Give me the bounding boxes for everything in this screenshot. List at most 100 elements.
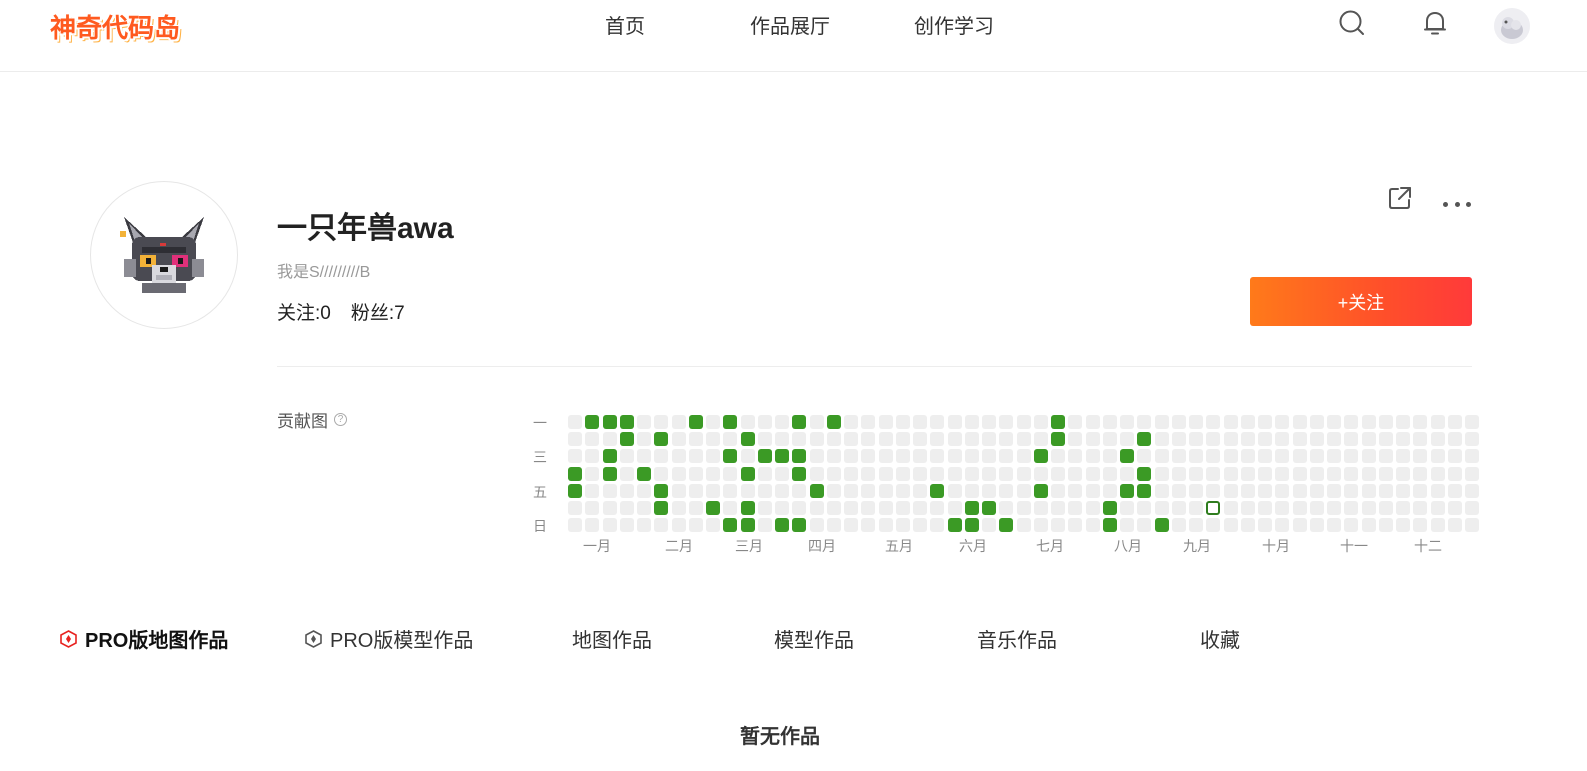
contribution-cell[interactable] (1068, 466, 1083, 481)
contribution-cell[interactable] (809, 415, 824, 429)
contribution-cell[interactable] (1137, 518, 1152, 533)
contribution-cell[interactable] (878, 449, 893, 464)
contribution-cell[interactable] (1378, 501, 1393, 515)
contribution-cell[interactable] (1292, 449, 1307, 464)
contribution-cell[interactable] (1430, 501, 1445, 515)
contribution-cell[interactable] (964, 483, 979, 498)
contribution-cell[interactable] (930, 501, 945, 515)
nav-learn[interactable]: 创作学习 (914, 10, 994, 39)
contribution-cell[interactable] (1327, 518, 1341, 533)
contribution-cell[interactable] (1258, 432, 1272, 447)
contribution-cell[interactable] (895, 518, 910, 533)
contribution-cell[interactable] (1292, 483, 1307, 498)
contribution-cell[interactable] (1413, 501, 1428, 515)
contribution-cell[interactable] (1137, 501, 1152, 515)
contribution-cell[interactable] (1447, 449, 1462, 464)
contribution-cell[interactable] (1137, 432, 1152, 447)
contribution-cell[interactable] (826, 466, 841, 481)
contribution-cell[interactable] (706, 449, 720, 464)
contribution-cell[interactable] (688, 449, 703, 464)
contribution-cell[interactable] (654, 449, 669, 464)
contribution-cell[interactable] (637, 432, 651, 447)
contribution-cell[interactable] (619, 432, 634, 447)
contribution-cell[interactable] (671, 483, 686, 498)
contribution-cell[interactable] (1396, 432, 1410, 447)
contribution-cell[interactable] (1275, 483, 1290, 498)
contribution-cell[interactable] (878, 501, 893, 515)
contribution-cell[interactable] (671, 432, 686, 447)
site-logo[interactable]: 神奇代码岛 (48, 4, 180, 46)
contribution-cell[interactable] (1137, 449, 1152, 464)
contribution-cell[interactable] (895, 432, 910, 447)
contribution-cell[interactable] (775, 466, 789, 481)
contribution-cell[interactable] (930, 415, 945, 429)
contribution-cell[interactable] (1361, 466, 1376, 481)
contribution-cell[interactable] (1068, 483, 1083, 498)
contribution-cell[interactable] (792, 415, 807, 429)
contribution-cell[interactable] (1258, 501, 1272, 515)
contribution-cell[interactable] (792, 501, 807, 515)
contribution-cell[interactable] (1396, 466, 1410, 481)
contribution-cell[interactable] (740, 432, 755, 447)
contribution-cell[interactable] (1292, 432, 1307, 447)
contribution-cell[interactable] (1171, 518, 1186, 533)
contribution-cell[interactable] (947, 483, 962, 498)
followers-count[interactable]: 粉丝:7 (351, 298, 405, 325)
contribution-cell[interactable] (1223, 466, 1238, 481)
contribution-cell[interactable] (1378, 449, 1393, 464)
contribution-cell[interactable] (1189, 432, 1203, 447)
contribution-cell[interactable] (1344, 501, 1359, 515)
contribution-cell[interactable] (1396, 483, 1410, 498)
contribution-cell[interactable] (878, 483, 893, 498)
contribution-cell[interactable] (706, 432, 720, 447)
contribution-cell[interactable] (757, 449, 772, 464)
contribution-cell[interactable] (637, 466, 651, 481)
contribution-cell[interactable] (913, 415, 927, 429)
contribution-cell[interactable] (1327, 501, 1341, 515)
contribution-cell[interactable] (982, 466, 996, 481)
contribution-cell[interactable] (947, 518, 962, 533)
contribution-cell[interactable] (619, 466, 634, 481)
contribution-cell[interactable] (964, 518, 979, 533)
contribution-cell[interactable] (619, 483, 634, 498)
contribution-cell[interactable] (964, 466, 979, 481)
contribution-cell[interactable] (740, 518, 755, 533)
contribution-cell[interactable] (1016, 501, 1031, 515)
contribution-cell[interactable] (1223, 483, 1238, 498)
contribution-cell[interactable] (654, 518, 669, 533)
contribution-cell[interactable] (809, 466, 824, 481)
contribution-cell[interactable] (1033, 466, 1048, 481)
contribution-cell[interactable] (1258, 415, 1272, 429)
contribution-cell[interactable] (982, 518, 996, 533)
contribution-cell[interactable] (619, 518, 634, 533)
contribution-cell[interactable] (826, 518, 841, 533)
contribution-cell[interactable] (809, 501, 824, 515)
following-count[interactable]: 关注:0 (277, 298, 331, 325)
contribution-cell[interactable] (723, 518, 738, 533)
contribution-cell[interactable] (844, 415, 858, 429)
contribution-cell[interactable] (1137, 466, 1152, 481)
contribution-cell[interactable] (844, 432, 858, 447)
contribution-cell[interactable] (1016, 518, 1031, 533)
tab-maps[interactable]: 地图作品 (572, 624, 652, 653)
contribution-cell[interactable] (1465, 501, 1479, 515)
contribution-cell[interactable] (1171, 415, 1186, 429)
contribution-cell[interactable] (947, 415, 962, 429)
contribution-cell[interactable] (1240, 449, 1255, 464)
contribution-cell[interactable] (1430, 449, 1445, 464)
contribution-cell[interactable] (844, 518, 858, 533)
contribution-cell[interactable] (1413, 449, 1428, 464)
contribution-cell[interactable] (1361, 501, 1376, 515)
contribution-cell[interactable] (982, 501, 996, 515)
contribution-cell[interactable] (878, 415, 893, 429)
contribution-cell[interactable] (1016, 415, 1031, 429)
user-avatar[interactable] (1494, 8, 1530, 44)
contribution-cell[interactable] (982, 449, 996, 464)
contribution-cell[interactable] (1447, 466, 1462, 481)
contribution-cell[interactable] (1240, 415, 1255, 429)
contribution-cell[interactable] (1051, 483, 1065, 498)
contribution-cell[interactable] (1275, 432, 1290, 447)
contribution-cell[interactable] (1292, 501, 1307, 515)
search-icon[interactable] (1337, 8, 1367, 38)
contribution-cell[interactable] (1068, 449, 1083, 464)
